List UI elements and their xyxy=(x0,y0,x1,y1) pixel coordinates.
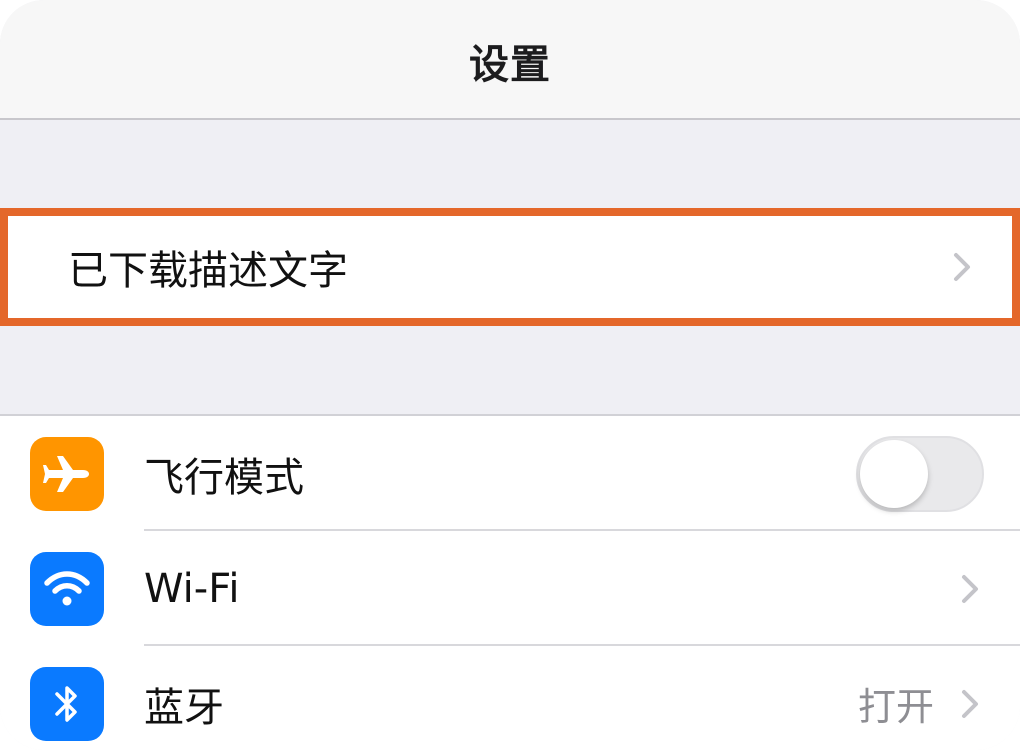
settings-row-wifi[interactable]: Wi-Fi xyxy=(0,531,1020,646)
settings-screen: 设置 已下载描述文字 飞行模式 Wi-Fi 蓝牙 打开 xyxy=(0,0,1020,750)
bluetooth-status-value: 打开 xyxy=(857,685,934,729)
airplane-icon xyxy=(30,436,104,511)
chevron-right-icon xyxy=(962,574,978,603)
airplane-mode-toggle[interactable] xyxy=(856,435,984,512)
downloaded-profile-row[interactable]: 已下载描述文字 xyxy=(0,208,1020,326)
toggle-knob xyxy=(860,439,928,508)
bluetooth-icon xyxy=(30,666,104,741)
chevron-right-icon xyxy=(962,689,978,718)
settings-row-airplane[interactable]: 飞行模式 xyxy=(0,416,1020,531)
settings-row-bluetooth[interactable]: 蓝牙 打开 xyxy=(0,646,1020,750)
downloaded-profile-label: 已下载描述文字 xyxy=(68,248,348,294)
airplane-mode-label: 飞行模式 xyxy=(144,454,304,501)
navigation-bar: 设置 xyxy=(0,0,1020,120)
bluetooth-label: 蓝牙 xyxy=(144,684,224,731)
chevron-right-icon xyxy=(954,253,970,281)
wifi-label: Wi-Fi xyxy=(144,565,240,612)
settings-group: 飞行模式 Wi-Fi 蓝牙 打开 xyxy=(0,414,1020,750)
wifi-icon xyxy=(30,551,104,626)
page-title: 设置 xyxy=(469,42,551,88)
